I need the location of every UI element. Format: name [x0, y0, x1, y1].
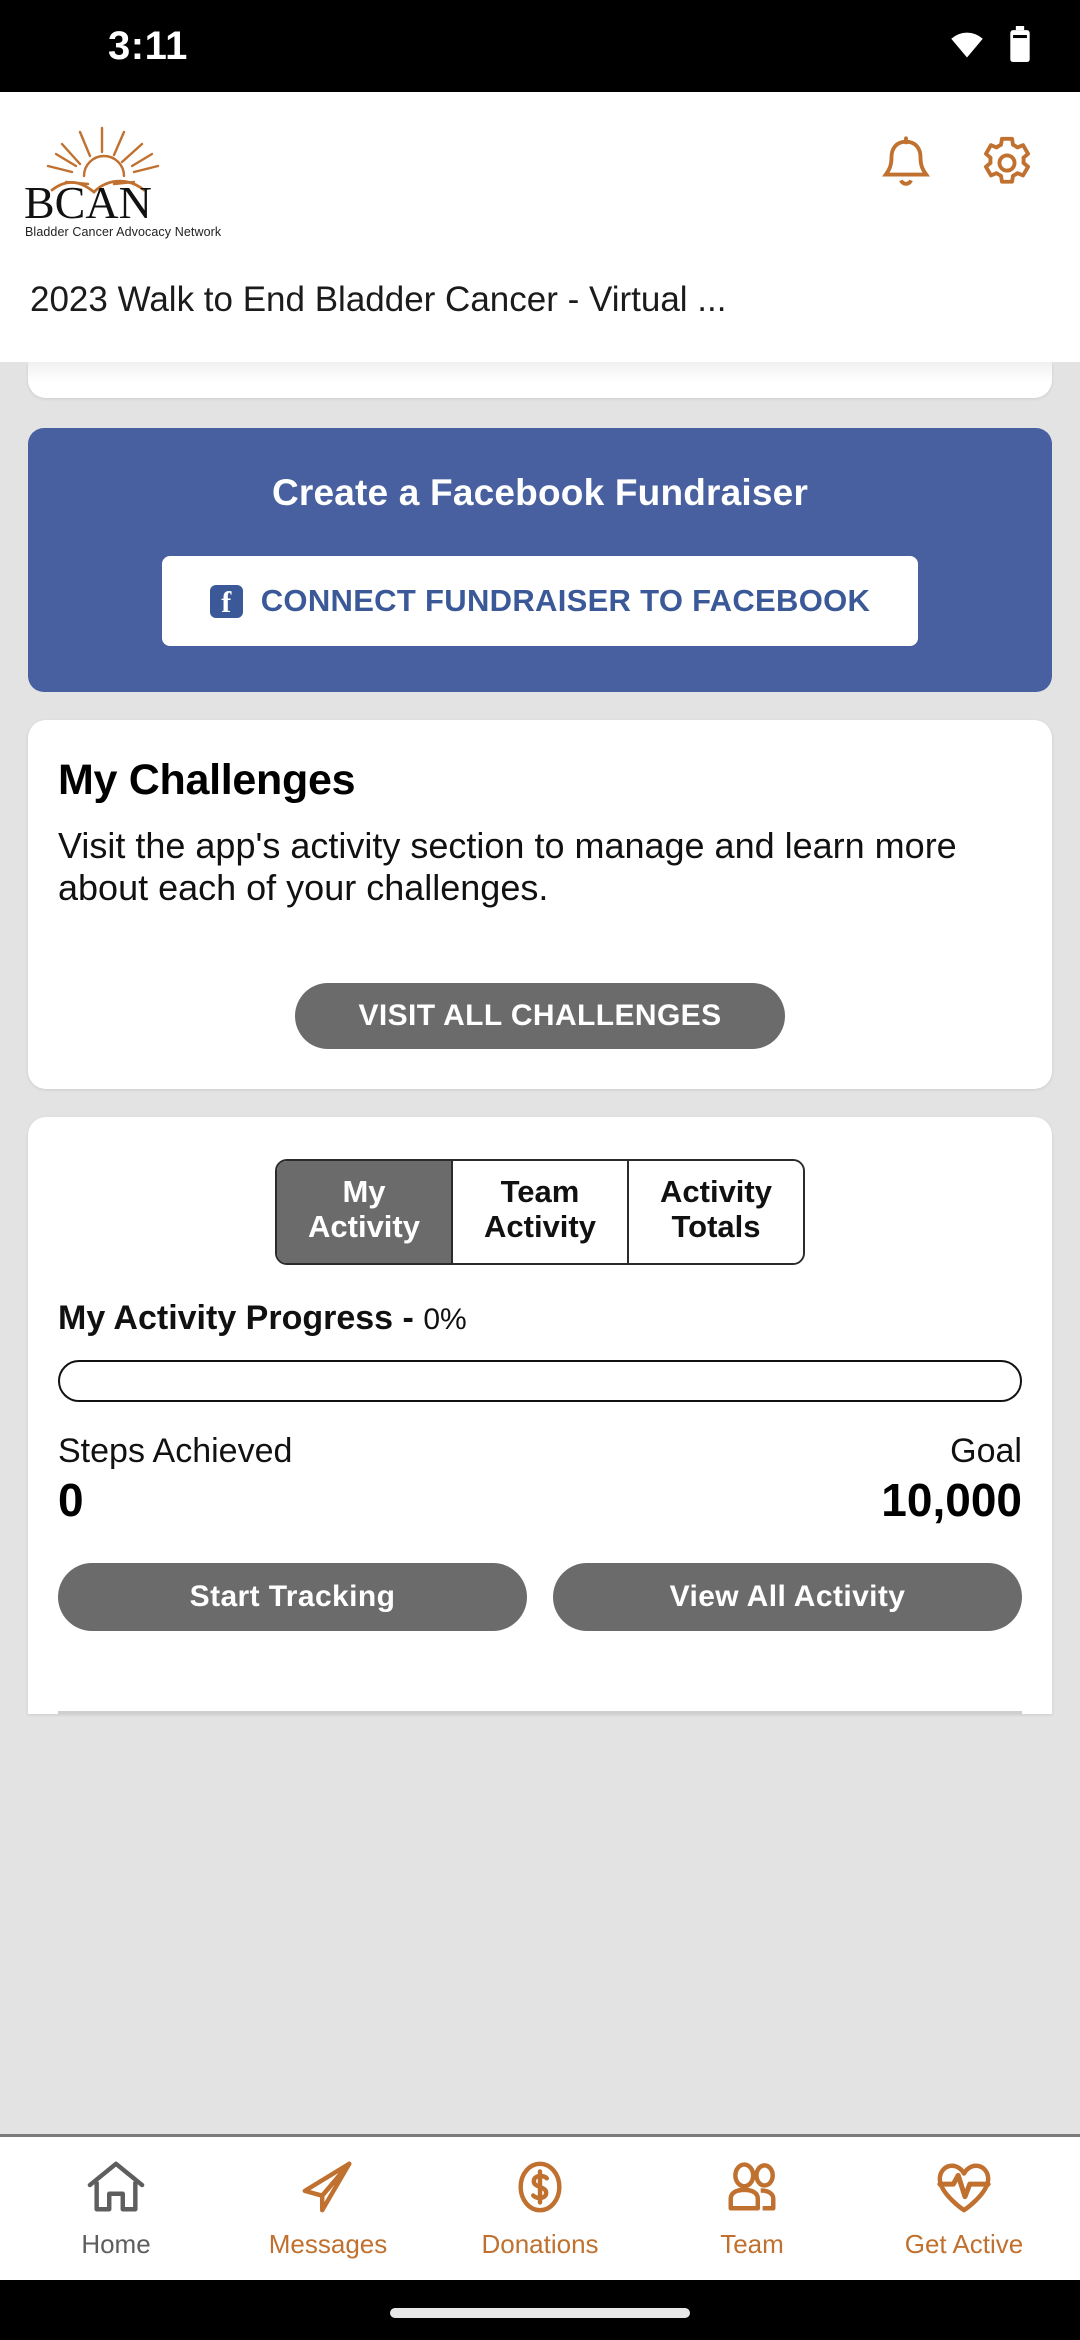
nav-label-donations: Donations	[481, 2228, 599, 2259]
bottom-navigation: Home Messages Donations Team Get Active	[0, 2134, 1080, 2280]
status-bar-icons	[948, 25, 1032, 67]
steps-achieved-label: Steps Achieved	[58, 1431, 293, 1470]
activity-card: My Activity Team Activity Activity Total…	[28, 1117, 1052, 1714]
tab-my-activity-line2: Activity	[308, 1208, 420, 1244]
connect-fundraiser-label: CONNECT FUNDRAISER TO FACEBOOK	[260, 583, 871, 618]
facebook-card-title: Create a Facebook Fundraiser	[271, 472, 809, 513]
logo-wordmark: BCAN	[24, 177, 152, 228]
goal-label: Goal	[950, 1431, 1022, 1470]
event-title[interactable]: 2023 Walk to End Bladder Cancer - Virtua…	[30, 280, 726, 320]
logo-tagline: Bladder Cancer Advocacy Network	[25, 225, 222, 239]
nav-label-team: Team	[720, 2228, 784, 2259]
my-challenges-body: Visit the app's activity section to mana…	[58, 825, 957, 909]
app-header: BCAN Bladder Cancer Advocacy Network 202…	[0, 92, 1080, 362]
visit-all-challenges-button[interactable]: VISIT ALL CHALLENGES	[295, 983, 785, 1050]
main-content: Create a Facebook Fundraiser f CONNECT F…	[0, 362, 1080, 2134]
tab-team-activity-line2: Activity	[484, 1208, 596, 1244]
tab-team-activity-line1: Team	[500, 1174, 580, 1210]
header-actions	[878, 134, 1036, 197]
activity-actions: Start Tracking View All Activity	[58, 1562, 1022, 1631]
status-bar: 3:11	[0, 0, 1080, 92]
facebook-fundraiser-card: Create a Facebook Fundraiser f CONNECT F…	[28, 428, 1052, 692]
home-icon	[85, 2158, 147, 2221]
bell-icon[interactable]	[878, 134, 934, 197]
goal-stat: Goal 10,000	[881, 1432, 1022, 1527]
start-tracking-button[interactable]: Start Tracking	[58, 1562, 527, 1631]
wifi-icon	[948, 29, 986, 64]
gesture-bar	[0, 2280, 1080, 2340]
nav-item-messages[interactable]: Messages	[238, 2158, 418, 2260]
nav-item-team[interactable]: Team	[662, 2158, 842, 2260]
my-challenges-actions: VISIT ALL CHALLENGES	[58, 983, 1022, 1050]
tab-activity-totals[interactable]: Activity Totals	[627, 1161, 803, 1263]
nav-label-get-active: Get Active	[904, 2228, 1024, 2259]
activity-tab-group: My Activity Team Activity Activity Total…	[275, 1159, 805, 1265]
people-icon	[721, 2158, 783, 2221]
tab-my-activity[interactable]: My Activity	[277, 1161, 451, 1263]
previous-card-partial	[28, 362, 1052, 398]
tab-my-activity-line1: My	[342, 1174, 386, 1210]
activity-progress-label: My Activity Progress - 0%	[58, 1299, 1022, 1338]
facebook-icon: f	[209, 584, 243, 618]
dollar-circle-icon	[509, 2158, 571, 2221]
activity-progress-percent: 0%	[423, 1302, 467, 1336]
activity-progress-bar	[58, 1359, 1022, 1402]
heart-pulse-icon	[933, 2158, 995, 2221]
connect-fundraiser-to-facebook-button[interactable]: f CONNECT FUNDRAISER TO FACEBOOK	[162, 556, 918, 646]
steps-achieved-stat: Steps Achieved 0	[58, 1432, 292, 1527]
status-bar-time: 3:11	[108, 24, 188, 68]
nav-item-donations[interactable]: Donations	[450, 2158, 630, 2260]
view-all-activity-button[interactable]: View All Activity	[553, 1562, 1022, 1631]
my-challenges-card: My Challenges Visit the app's activity s…	[28, 720, 1052, 1090]
tab-activity-totals-line1: Activity	[660, 1174, 772, 1210]
nav-item-home[interactable]: Home	[26, 2158, 206, 2260]
goal-value: 10,000	[881, 1473, 1022, 1526]
activity-stats: Steps Achieved 0 Goal 10,000	[58, 1432, 1022, 1527]
paper-plane-icon	[297, 2158, 359, 2221]
gear-icon[interactable]	[978, 134, 1036, 197]
activity-progress-title: My Activity Progress -	[58, 1298, 424, 1337]
nav-label-home: Home	[81, 2228, 151, 2259]
tab-activity-totals-line2: Totals	[671, 1208, 761, 1244]
steps-achieved-value: 0	[58, 1473, 84, 1526]
nav-label-messages: Messages	[268, 2228, 388, 2259]
nav-item-get-active[interactable]: Get Active	[874, 2158, 1054, 2260]
tab-team-activity[interactable]: Team Activity	[451, 1161, 627, 1263]
my-challenges-title: My Challenges	[58, 756, 356, 804]
activity-card-divider	[58, 1710, 1022, 1714]
battery-icon	[1008, 25, 1032, 67]
